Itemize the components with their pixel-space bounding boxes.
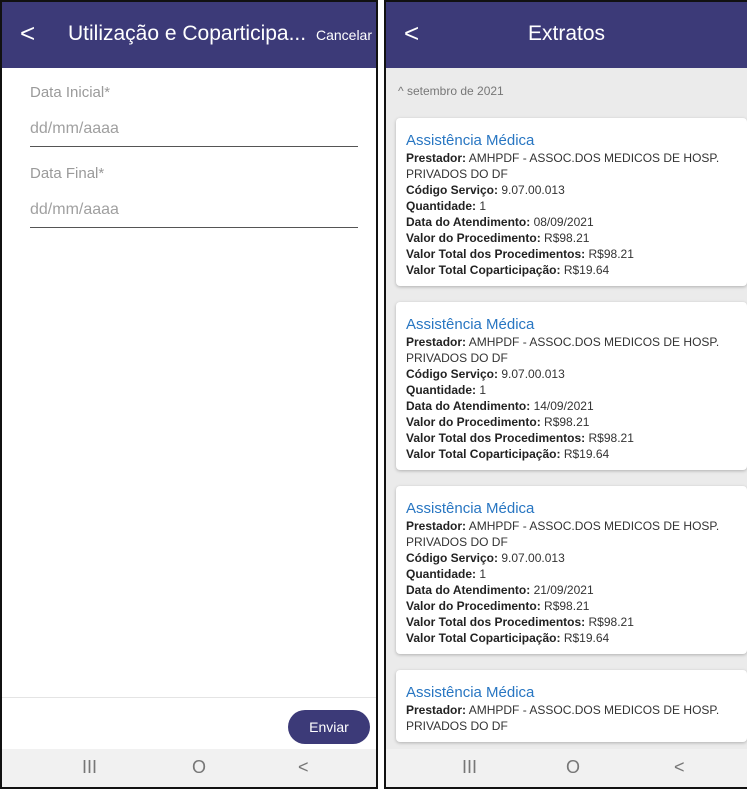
end-date-input[interactable]	[30, 193, 358, 228]
start-date-label: Data Inicial*	[30, 84, 111, 101]
field-label: Quantidade:	[406, 567, 477, 581]
field-label: Valor do Procedimento:	[406, 599, 541, 613]
card-field-atendimento: Data do Atendimento: 21/09/2021	[406, 582, 737, 598]
card-title: Assistência Médica	[406, 132, 535, 149]
cancel-button[interactable]: Cancelar	[316, 27, 372, 43]
app-bar: < Extratos	[386, 2, 747, 68]
field-value: 9.07.00.013	[501, 367, 565, 381]
field-value: R$98.21	[588, 247, 634, 261]
card-field-quantidade: Quantidade: 1	[406, 382, 737, 398]
field-value: 1	[479, 199, 487, 213]
field-value: R$19.64	[563, 631, 610, 645]
field-value: 08/09/2021	[533, 215, 594, 229]
card-title: Assistência Médica	[406, 684, 535, 701]
field-label: Prestador:	[406, 335, 467, 349]
statement-card[interactable]: Assistência Médica Prestador: AMHPDF - AS…	[396, 486, 747, 654]
card-field-codigo: Código Serviço: 9.07.00.013	[406, 550, 737, 566]
field-label: Código Serviço:	[406, 367, 499, 381]
field-label: Valor Total dos Procedimentos:	[406, 431, 586, 445]
app-bar: < Utilização e Coparticipa... Cancelar	[2, 2, 376, 68]
field-value: 21/09/2021	[533, 583, 594, 597]
field-value: 14/09/2021	[533, 399, 594, 413]
extratos-screen: < Extratos ^ setembro de 2021 Assistênci…	[384, 0, 747, 789]
card-field-valor_proc: Valor do Procedimento: R$98.21	[406, 598, 737, 614]
page-title: Utilização e Coparticipa...	[68, 22, 307, 45]
field-label: Valor Total dos Procedimentos:	[406, 247, 586, 261]
field-label: Data do Atendimento:	[406, 583, 531, 597]
card-field-valor_total: Valor Total dos Procedimentos: R$98.21	[406, 430, 737, 446]
field-label: Valor do Procedimento:	[406, 415, 541, 429]
month-section-header[interactable]: ^ setembro de 2021	[398, 84, 504, 98]
home-icon[interactable]: O	[566, 757, 580, 778]
start-date-input[interactable]	[30, 112, 358, 147]
field-label: Quantidade:	[406, 383, 477, 397]
chevron-up-icon: ^	[398, 84, 404, 98]
field-label: Prestador:	[406, 703, 467, 717]
card-field-valor_copart: Valor Total Coparticipação: R$19.64	[406, 446, 737, 462]
field-value: R$98.21	[544, 599, 590, 613]
statement-list: Assistência Médica Prestador: AMHPDF - AS…	[396, 118, 747, 758]
recents-icon[interactable]: III	[82, 757, 97, 778]
home-icon[interactable]: O	[192, 757, 206, 778]
card-field-valor_proc: Valor do Procedimento: R$98.21	[406, 414, 737, 430]
field-label: Data do Atendimento:	[406, 215, 531, 229]
field-label: Valor Total Coparticipação:	[406, 631, 561, 645]
statement-card[interactable]: Assistência Médica Prestador: AMHPDF - AS…	[396, 302, 747, 470]
field-value: 9.07.00.013	[501, 183, 565, 197]
card-title: Assistência Médica	[406, 316, 535, 333]
card-field-codigo: Código Serviço: 9.07.00.013	[406, 182, 737, 198]
field-value: R$98.21	[588, 615, 634, 629]
card-field-prestador: Prestador: AMHPDF - ASSOC.DOS MEDICOS DE…	[406, 334, 737, 366]
card-field-quantidade: Quantidade: 1	[406, 566, 737, 582]
field-value: R$19.64	[563, 263, 610, 277]
field-label: Prestador:	[406, 519, 467, 533]
date-form: Data Inicial* Data Final*	[2, 68, 376, 246]
nav-back-icon[interactable]: <	[298, 757, 309, 778]
card-title: Assistência Médica	[406, 500, 535, 517]
utilizacao-screen: < Utilização e Coparticipa... Cancelar D…	[0, 0, 378, 789]
android-nav-bar: III O <	[386, 749, 747, 787]
statement-card[interactable]: Assistência Médica Prestador: AMHPDF - AS…	[396, 118, 747, 286]
field-value: 9.07.00.013	[501, 551, 565, 565]
field-value: R$98.21	[588, 431, 634, 445]
card-field-prestador: Prestador: AMHPDF - ASSOC.DOS MEDICOS DE…	[406, 150, 737, 182]
field-value: 1	[479, 567, 487, 581]
android-nav-bar: III O <	[2, 749, 376, 787]
field-value: 1	[479, 383, 487, 397]
card-field-valor_copart: Valor Total Coparticipação: R$19.64	[406, 262, 737, 278]
field-label: Código Serviço:	[406, 551, 499, 565]
field-value: R$98.21	[544, 231, 590, 245]
month-label: setembro de 2021	[406, 84, 504, 98]
card-field-valor_total: Valor Total dos Procedimentos: R$98.21	[406, 614, 737, 630]
card-field-valor_total: Valor Total dos Procedimentos: R$98.21	[406, 246, 737, 262]
back-arrow-icon[interactable]: <	[20, 20, 35, 46]
field-label: Quantidade:	[406, 199, 477, 213]
card-field-atendimento: Data do Atendimento: 14/09/2021	[406, 398, 737, 414]
field-label: Data do Atendimento:	[406, 399, 531, 413]
field-value: R$98.21	[544, 415, 590, 429]
statement-card[interactable]: Assistência Médica Prestador: AMHPDF - AS…	[396, 670, 747, 742]
recents-icon[interactable]: III	[462, 757, 477, 778]
card-field-codigo: Código Serviço: 9.07.00.013	[406, 366, 737, 382]
page-title: Extratos	[527, 22, 606, 45]
field-label: Prestador:	[406, 151, 467, 165]
card-field-prestador: Prestador: AMHPDF - ASSOC.DOS MEDICOS DE…	[406, 702, 737, 734]
divider	[2, 697, 376, 698]
nav-back-icon[interactable]: <	[674, 757, 685, 778]
end-date-label: Data Final*	[30, 165, 105, 182]
card-field-valor_copart: Valor Total Coparticipação: R$19.64	[406, 630, 737, 646]
card-field-valor_proc: Valor do Procedimento: R$98.21	[406, 230, 737, 246]
field-label: Valor Total Coparticipação:	[406, 263, 561, 277]
field-label: Valor Total Coparticipação:	[406, 447, 561, 461]
card-field-atendimento: Data do Atendimento: 08/09/2021	[406, 214, 737, 230]
field-label: Valor do Procedimento:	[406, 231, 541, 245]
card-field-prestador: Prestador: AMHPDF - ASSOC.DOS MEDICOS DE…	[406, 518, 737, 550]
field-label: Código Serviço:	[406, 183, 499, 197]
field-label: Valor Total dos Procedimentos:	[406, 615, 586, 629]
send-button[interactable]: Enviar	[288, 710, 370, 744]
card-field-quantidade: Quantidade: 1	[406, 198, 737, 214]
field-value: R$19.64	[563, 447, 610, 461]
